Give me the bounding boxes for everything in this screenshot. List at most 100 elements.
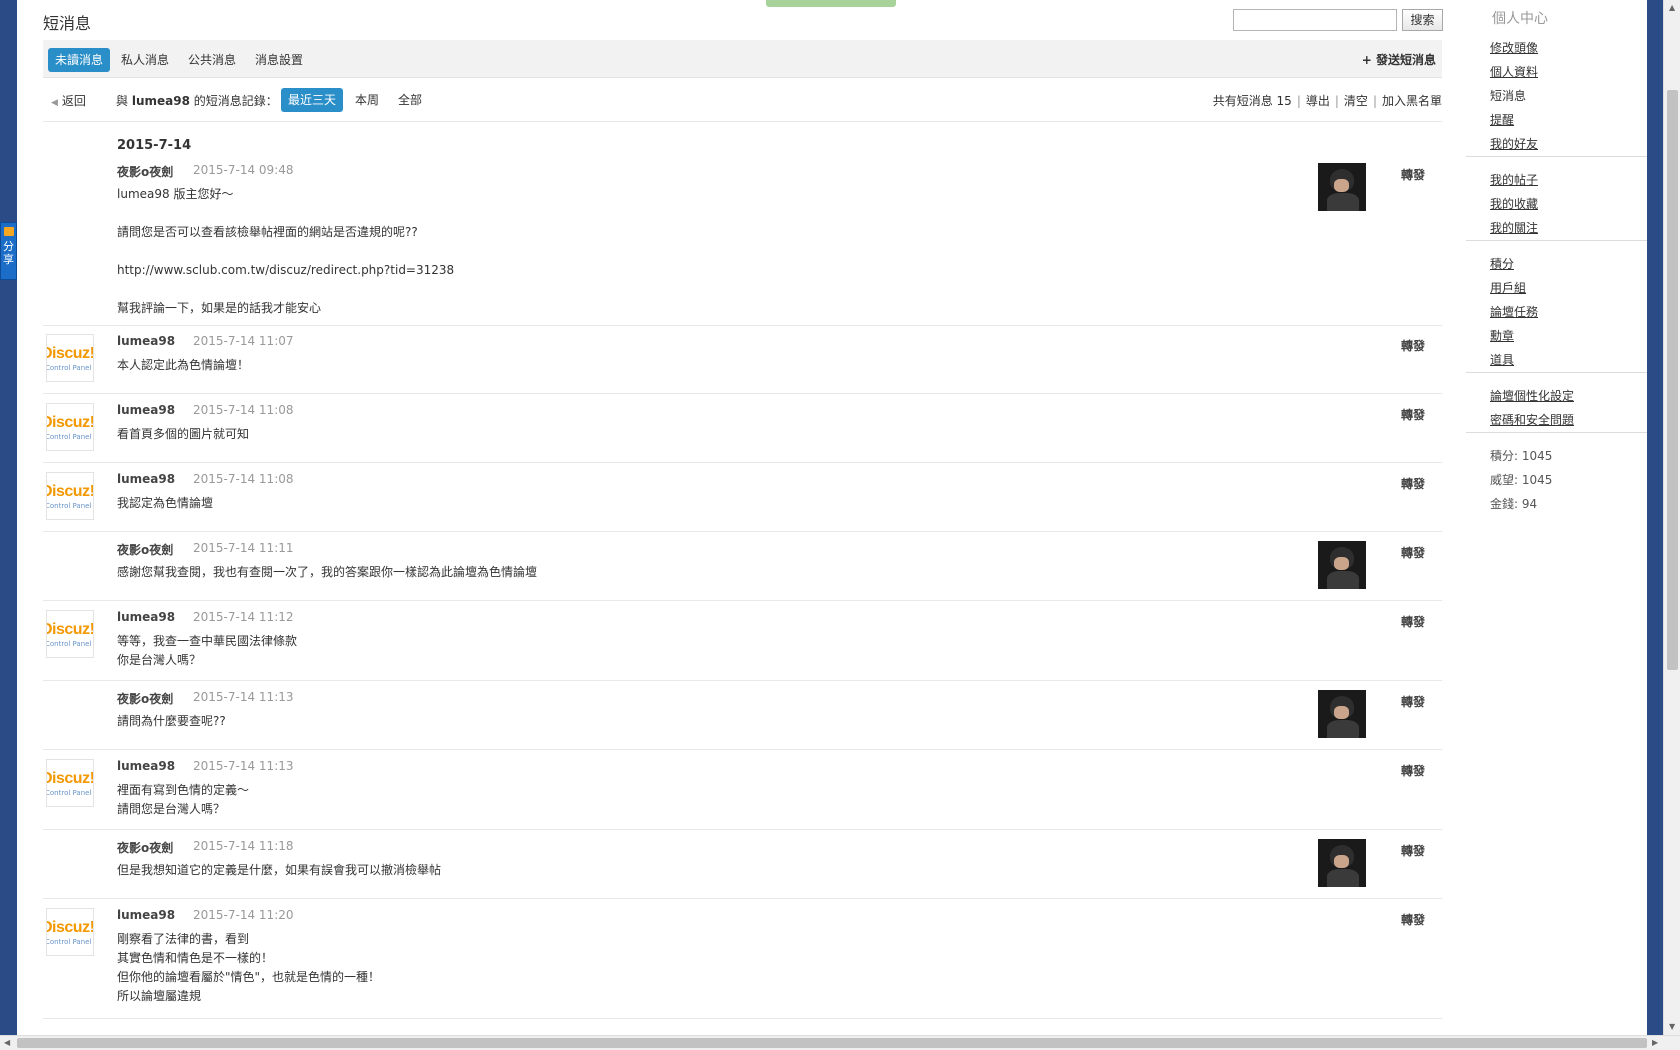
message-author[interactable]: lumea98 (117, 610, 175, 624)
message-time: 2015-7-14 11:13 (193, 759, 294, 773)
message-line: 我認定為色情論壇 (117, 496, 214, 510)
sidebar-separator (1466, 156, 1647, 157)
sidebar-item[interactable]: 論壇個性化設定 (1490, 387, 1574, 404)
scroll-left-icon[interactable]: ◀ (4, 1038, 10, 1047)
forward-link[interactable]: 轉發 (1401, 842, 1425, 859)
sidebar-item[interactable]: 積分 (1490, 255, 1514, 272)
avatar[interactable]: Discuz! Control Panel (46, 472, 94, 520)
forward-link[interactable]: 轉發 (1401, 475, 1425, 492)
sidebar-item[interactable]: 短消息 (1490, 87, 1526, 104)
search-input[interactable] (1233, 9, 1397, 31)
sidebar-item[interactable]: 我的好友 (1490, 135, 1538, 152)
sidebar-stat: 威望: 1045 (1490, 473, 1553, 487)
forward-link[interactable]: 轉發 (1401, 911, 1425, 928)
forward-link[interactable]: 轉發 (1401, 613, 1425, 630)
sidebar-item[interactable]: 我的關注 (1490, 219, 1538, 236)
message-author[interactable]: 夜影o夜劍 (117, 690, 173, 707)
tab-settings[interactable]: 消息設置 (248, 48, 310, 72)
blacklist-link[interactable]: 加入黑名單 (1382, 94, 1442, 108)
message-author[interactable]: lumea98 (117, 759, 175, 773)
message-author[interactable]: 夜影o夜劍 (117, 541, 173, 558)
range-last-three-days[interactable]: 最近三天 (281, 88, 344, 112)
discuz-logo-sub: Control Panel (46, 789, 92, 797)
message-body: 但是我想知道它的定義是什麼，如果有誤會我可以撤消檢舉帖 (117, 861, 441, 880)
message-body: 看首頁多個的圖片就可知 (117, 425, 249, 444)
share-icon (3, 227, 14, 236)
message-body: 我認定為色情論壇 (117, 494, 213, 513)
message-time: 2015-7-14 11:13 (193, 690, 294, 704)
sidebar-stat: 金錢: 94 (1490, 497, 1538, 511)
discuz-logo: Discuz! (47, 345, 94, 362)
sidebar-title: 個人中心 (1492, 11, 1548, 27)
message-line: 請問為什麼要查呢?? (117, 714, 226, 728)
sidebar-item[interactable]: 提醒 (1490, 111, 1514, 128)
sidebar-item[interactable]: 用戶組 (1490, 279, 1526, 296)
avatar[interactable]: Discuz! Control Panel (46, 610, 94, 658)
message-author[interactable]: lumea98 (117, 908, 175, 922)
avatar[interactable] (1318, 163, 1366, 211)
search-button[interactable]: 搜索 (1402, 9, 1443, 31)
sidebar-item[interactable]: 密碼和安全問題 (1490, 411, 1574, 428)
message-author[interactable]: lumea98 (117, 472, 175, 486)
export-link[interactable]: 導出 (1306, 94, 1330, 108)
scroll-down-icon[interactable]: ▼ (1669, 1022, 1675, 1031)
share-tab[interactable]: 分享 (0, 222, 17, 280)
forward-link[interactable]: 轉發 (1401, 762, 1425, 779)
forward-link[interactable]: 轉發 (1401, 406, 1425, 423)
message-body: 等等，我查一查中華民國法律條款 你是台灣人嗎？ (117, 632, 297, 670)
avatar-face (1334, 557, 1349, 570)
share-label: 分享 (3, 240, 14, 266)
avatar[interactable] (1318, 839, 1366, 887)
message-line: 幫我評論一下，如果是的話我才能安心 (117, 301, 322, 315)
sidebar-item[interactable]: 論壇任務 (1490, 303, 1538, 320)
message-author[interactable]: 夜影o夜劍 (117, 163, 173, 180)
discuz-logo: Discuz! (47, 483, 94, 500)
right-frame (1647, 0, 1663, 1035)
sidebar-item[interactable]: 個人資料 (1490, 63, 1538, 80)
horizontal-scrollbar[interactable]: ◀ ▶ (0, 1035, 1680, 1050)
horizontal-scroll-thumb[interactable] (17, 1038, 1647, 1048)
message-row: 夜影o夜劍 2015-7-14 11:13 轉發請問為什麼要查呢?? (43, 681, 1442, 750)
scroll-up-icon[interactable]: ▲ (1669, 3, 1675, 12)
sidebar-item[interactable]: 勳章 (1490, 327, 1514, 344)
range-all[interactable]: 全部 (391, 88, 429, 112)
forward-link[interactable]: 轉發 (1401, 544, 1425, 561)
tab-public[interactable]: 公共消息 (181, 48, 243, 72)
send-message-link[interactable]: + 發送短消息 (1362, 48, 1436, 72)
message-author[interactable]: lumea98 (117, 334, 175, 348)
message-author[interactable]: lumea98 (117, 403, 175, 417)
sidebar-item[interactable]: 道具 (1490, 351, 1514, 368)
message-author[interactable]: 夜影o夜劍 (117, 839, 173, 856)
vertical-scrollbar[interactable]: ▲ ▼ (1663, 0, 1680, 1035)
discuz-logo-sub: Control Panel (46, 364, 92, 372)
message-line: 剛察看了法律的書，看到 (117, 932, 250, 946)
vertical-scroll-thumb[interactable] (1667, 90, 1678, 670)
avatar[interactable]: Discuz! Control Panel (46, 759, 94, 807)
forward-link[interactable]: 轉發 (1401, 693, 1425, 710)
sidebar-item[interactable]: 修改頭像 (1490, 39, 1538, 56)
message-line: 請問您是否可以查看該檢舉帖裡面的網站是否違規的呢?? (117, 225, 418, 239)
message-line: 所以論壇屬違規 (117, 989, 202, 1003)
avatar[interactable]: Discuz! Control Panel (46, 908, 94, 956)
tab-unread[interactable]: 未讀消息 (48, 48, 111, 72)
forward-link[interactable]: 轉發 (1401, 337, 1425, 354)
message-row: 夜影o夜劍 2015-7-14 09:48 轉發 lumea98 版主您好～ 請問您是否… (43, 154, 1442, 326)
discuz-logo: Discuz! (47, 621, 94, 638)
discuz-logo: Discuz! (47, 919, 94, 936)
sidebar-item[interactable]: 我的帖子 (1490, 171, 1538, 188)
tab-private[interactable]: 私人消息 (114, 48, 176, 72)
avatar[interactable]: Discuz! Control Panel (46, 403, 94, 451)
message-body: 感謝您幫我查閱，我也有查閱一次了，我的答案跟你一樣認為此論壇為色情論壇 (117, 563, 537, 582)
scroll-right-icon[interactable]: ▶ (1652, 1038, 1658, 1047)
message-line: lumea98 版主您好～ (117, 187, 234, 201)
avatar[interactable] (1318, 541, 1366, 589)
clear-link[interactable]: 清空 (1344, 94, 1368, 108)
back-link[interactable]: ◀ 返回 (51, 91, 86, 113)
sidebar-item[interactable]: 我的收藏 (1490, 195, 1538, 212)
forward-link[interactable]: 轉發 (1401, 166, 1425, 183)
avatar[interactable] (1318, 690, 1366, 738)
avatar[interactable]: Discuz! Control Panel (46, 334, 94, 382)
range-this-week[interactable]: 本周 (348, 88, 386, 112)
avatar-body (1327, 571, 1359, 589)
message-body: lumea98 版主您好～ 請問您是否可以查看該檢舉帖裡面的網站是否違規的呢?? h… (117, 185, 454, 318)
